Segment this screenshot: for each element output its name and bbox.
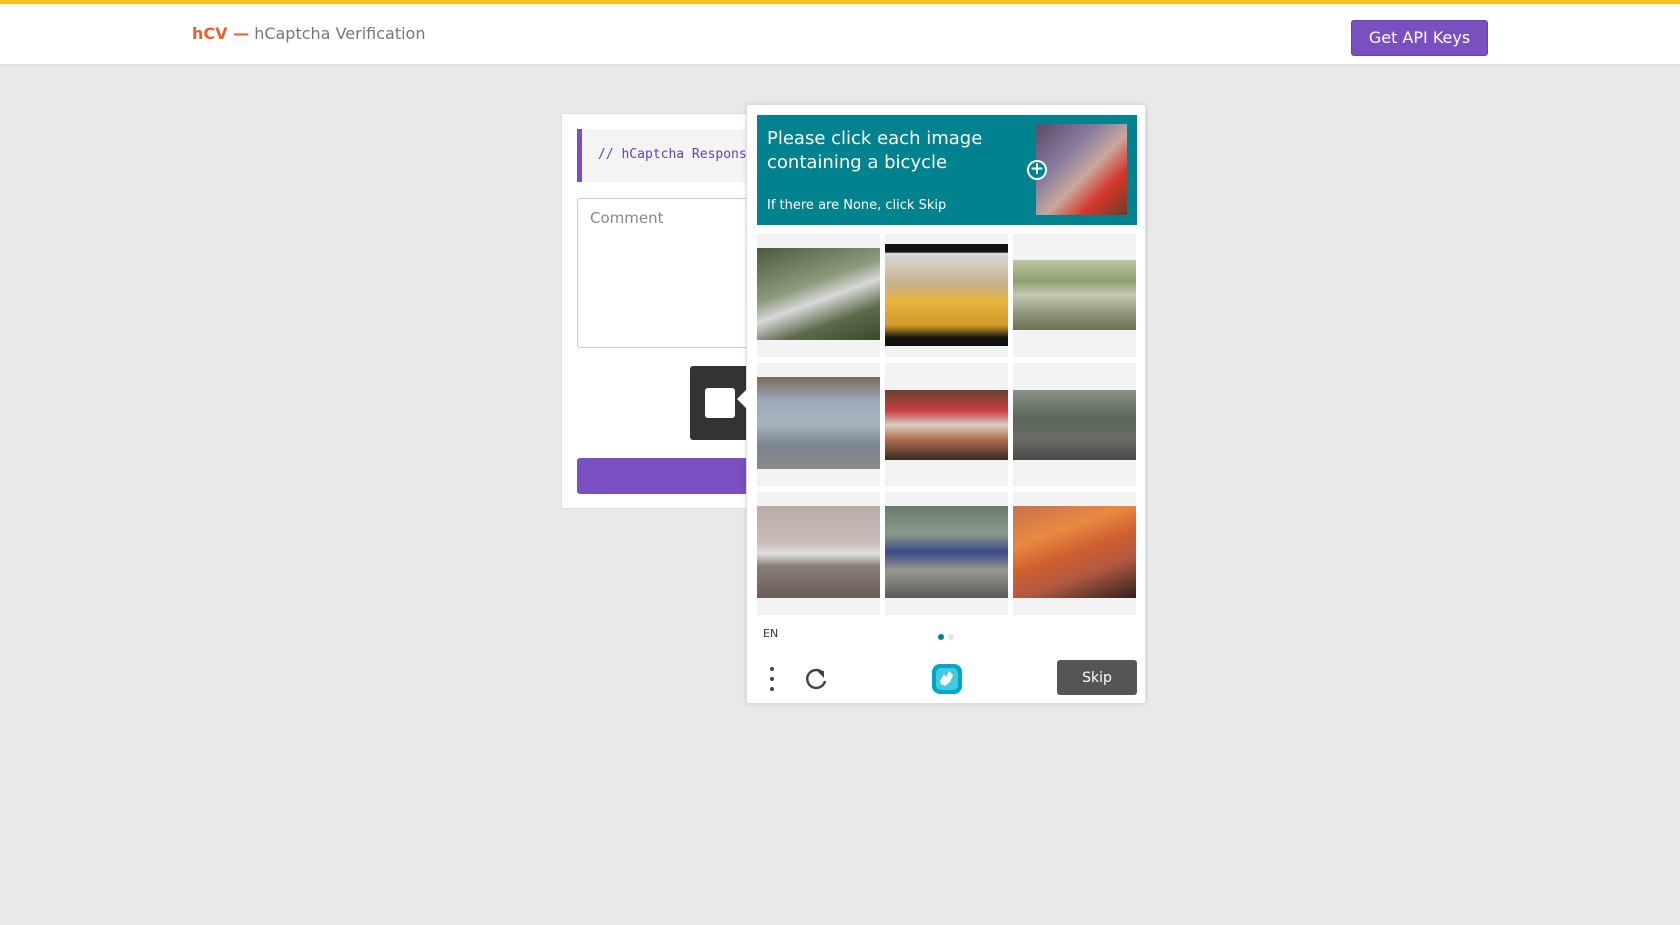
image-tile-bicycle[interactable] (1013, 363, 1136, 486)
tile-image (1013, 506, 1136, 598)
refresh-icon[interactable] (803, 666, 829, 692)
example-image[interactable] (1036, 124, 1127, 215)
tile-image (885, 244, 1008, 346)
hcaptcha-logo-icon[interactable] (930, 662, 964, 696)
page-dot (948, 634, 954, 640)
prompt-text: Please click each image containing a bic… (767, 128, 983, 173)
tile-image (885, 506, 1008, 598)
image-tile-car[interactable] (757, 363, 880, 486)
brand[interactable]: hCV — hCaptcha Verification (192, 24, 425, 43)
image-grid (757, 234, 1137, 615)
tile-image (1013, 260, 1136, 330)
menu-dots-icon[interactable] (767, 665, 777, 693)
skip-button[interactable]: Skip (1057, 660, 1137, 695)
prompt-subtext: If there are None, click Skip (767, 198, 947, 213)
tile-image (757, 506, 880, 598)
tile-image (757, 248, 880, 340)
image-tile-bicycle[interactable] (885, 492, 1008, 615)
challenge-prompt: Please click each image containing a bic… (757, 115, 1137, 225)
language-selector[interactable]: EN (763, 627, 778, 640)
captcha-challenge: Please click each image containing a bic… (737, 104, 1146, 704)
image-tile-train[interactable] (1013, 234, 1136, 357)
page-dot-active (938, 634, 944, 640)
expand-example-icon[interactable]: + (1027, 160, 1047, 180)
image-tile-bicycle[interactable] (757, 234, 880, 357)
image-tile-airplane[interactable] (757, 492, 880, 615)
get-api-keys-button[interactable]: Get API Keys (1351, 20, 1488, 56)
challenge-pointer (737, 389, 747, 409)
page-indicator (938, 634, 958, 640)
tile-image (885, 390, 1008, 460)
brand-title: hCaptcha Verification (254, 24, 426, 43)
hcaptcha-checkbox[interactable] (705, 388, 735, 418)
image-tile-bicycle[interactable] (885, 363, 1008, 486)
top-bar: hCV — hCaptcha Verification Get API Keys (0, 0, 1680, 64)
image-tile-car[interactable] (885, 234, 1008, 357)
brand-mark: hCV — (192, 24, 250, 43)
tile-image (757, 377, 880, 469)
tile-image (1013, 390, 1136, 460)
image-tile-bicycle[interactable] (1013, 492, 1136, 615)
